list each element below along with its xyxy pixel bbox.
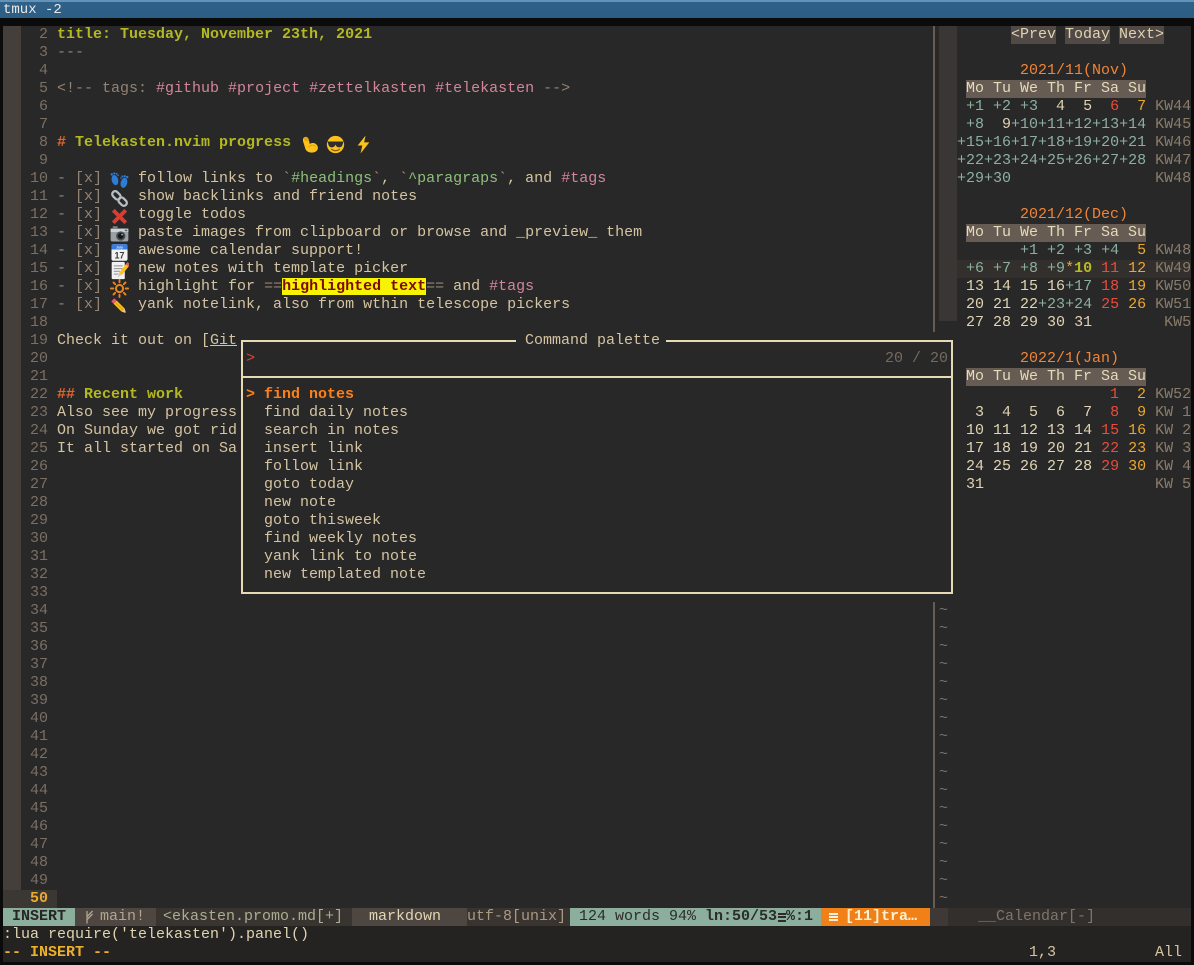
svg-text:17: 17 [115, 250, 125, 260]
svg-text:July: July [116, 245, 123, 250]
